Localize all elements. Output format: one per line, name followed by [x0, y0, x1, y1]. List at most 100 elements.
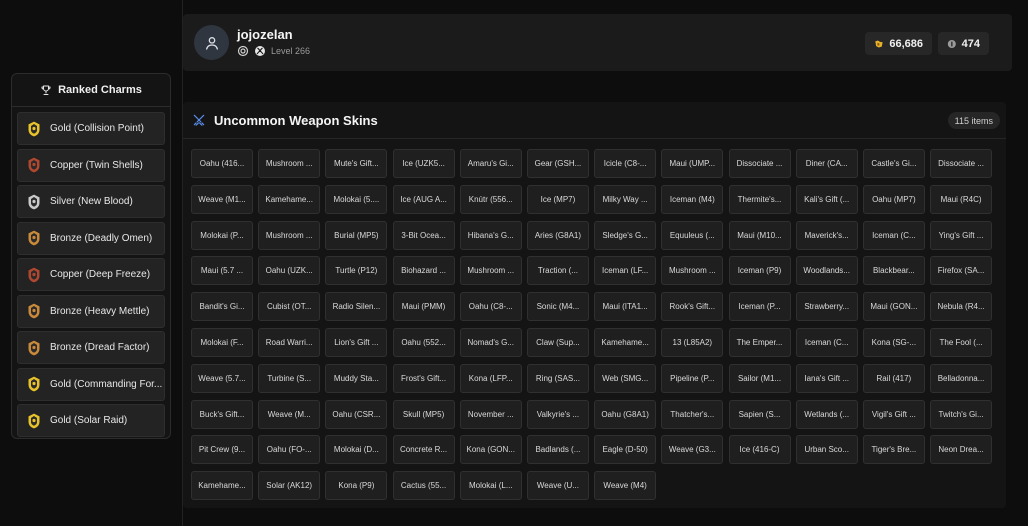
skin-item[interactable]: Iceman (P9) — [728, 256, 791, 286]
skin-item[interactable]: Ice (AUG A... — [392, 184, 455, 214]
skin-item[interactable]: Dissociate ... — [930, 149, 993, 178]
skin-item[interactable]: Iana's Gift ... — [795, 363, 858, 393]
skin-item[interactable]: Valkyrie's ... — [526, 399, 589, 429]
skin-item[interactable]: Turtle (P12) — [325, 256, 388, 286]
skin-item[interactable]: Oahu (FO-... — [258, 435, 321, 465]
skin-item[interactable]: Diner (CA... — [795, 149, 858, 178]
skin-item[interactable]: Kona (GON... — [459, 435, 522, 465]
skin-item[interactable]: Ice (416-C) — [728, 435, 791, 465]
skin-item[interactable]: Web (SMG... — [594, 363, 657, 393]
skin-item[interactable]: Strawberry... — [795, 292, 858, 322]
skin-item[interactable]: Iceman (P... — [728, 292, 791, 322]
skin-item[interactable]: Maui (5.7 ... — [191, 256, 253, 286]
skin-item[interactable]: Iceman (LF... — [594, 256, 657, 286]
skin-item[interactable]: Icicle (C8-... — [594, 149, 657, 178]
skin-item[interactable]: Ice (UZK5... — [392, 149, 455, 178]
skin-item[interactable]: Twitch's Gi... — [930, 399, 993, 429]
charm-item[interactable]: Gold (Solar Raid) — [17, 404, 165, 437]
skin-item[interactable]: Bandit's Gi... — [191, 292, 253, 322]
skin-item[interactable]: Kamehame... — [594, 327, 657, 357]
skin-item[interactable]: Concrete R... — [392, 435, 455, 465]
skin-item[interactable]: Castle's Gi... — [862, 149, 925, 178]
skin-item[interactable]: Ice (MP7) — [526, 184, 589, 214]
skin-item[interactable]: The Fool (... — [930, 327, 993, 357]
skin-item[interactable]: Iceman (M4) — [661, 184, 724, 214]
charm-item[interactable]: Bronze (Heavy Mettle) — [17, 294, 165, 328]
skin-item[interactable]: Weave (G3... — [661, 435, 724, 465]
skin-item[interactable]: Maui (UMP... — [661, 149, 724, 178]
skin-item[interactable]: Cubist (OT... — [258, 292, 321, 322]
skin-item[interactable]: Gear (GSH... — [526, 149, 589, 178]
skin-item[interactable]: Firefox (SA... — [930, 256, 993, 286]
skin-item[interactable]: Rail (417) — [862, 363, 925, 393]
skin-item[interactable]: Oahu (MP7) — [862, 184, 925, 214]
skin-item[interactable]: 3-Bit Ocea... — [392, 220, 455, 250]
skin-item[interactable]: Molokai (L... — [459, 471, 522, 501]
skin-item[interactable]: Weave (M... — [258, 399, 321, 429]
skin-item[interactable]: Kona (P9) — [325, 471, 388, 501]
skin-item[interactable]: Oahu (552... — [392, 327, 455, 357]
skin-item[interactable]: Cactus (55... — [392, 471, 455, 501]
skin-item[interactable]: Lion's Gift ... — [325, 327, 388, 357]
skin-item[interactable]: Maui (ITA1... — [594, 292, 657, 322]
skin-item[interactable]: Mushroom ... — [459, 256, 522, 286]
skin-item[interactable]: Oahu (CSR... — [325, 399, 388, 429]
skin-item[interactable]: Turbine (S... — [258, 363, 321, 393]
skin-item[interactable]: Mushroom ... — [258, 149, 321, 178]
skin-item[interactable]: Sledge's G... — [594, 220, 657, 250]
skin-item[interactable]: Burial (MP5) — [325, 220, 388, 250]
skin-item[interactable]: Aries (G8A1) — [526, 220, 589, 250]
skin-item[interactable]: Equuleus (... — [661, 220, 724, 250]
skin-item[interactable]: Eagle (D-50) — [594, 435, 657, 465]
skin-item[interactable]: Molokai (P... — [191, 220, 253, 250]
skin-item[interactable]: Kamehame... — [258, 184, 321, 214]
skin-item[interactable]: Skull (MP5) — [392, 399, 455, 429]
skin-item[interactable]: Ying's Gift ... — [930, 220, 993, 250]
skin-item[interactable]: Amaru's Gi... — [459, 149, 522, 178]
skin-item[interactable]: Sonic (M4... — [526, 292, 589, 322]
skin-item[interactable]: Pit Crew (9... — [191, 435, 253, 465]
skin-item[interactable]: Urban Sco... — [795, 435, 858, 465]
skin-item[interactable]: Maui (R4C) — [930, 184, 993, 214]
skin-item[interactable]: Hibana's G... — [459, 220, 522, 250]
skin-item[interactable]: Dissociate ... — [728, 149, 791, 178]
skin-item[interactable]: Mute's Gift... — [325, 149, 388, 178]
skin-item[interactable]: Weave (5.7... — [191, 363, 253, 393]
skin-item[interactable]: Solar (AK12) — [258, 471, 321, 501]
skin-item[interactable]: Weave (M4) — [594, 471, 657, 501]
charm-item[interactable]: Gold (Collision Point) — [17, 112, 165, 145]
skin-item[interactable]: Nomad's G... — [459, 327, 522, 357]
skin-item[interactable]: Pipeline (P... — [661, 363, 724, 393]
skin-item[interactable]: Rook's Gift... — [661, 292, 724, 322]
skin-item[interactable]: Oahu (C8-... — [459, 292, 522, 322]
skin-item[interactable]: Molokai (D... — [325, 435, 388, 465]
skin-item[interactable]: 13 (L85A2) — [661, 327, 724, 357]
skin-item[interactable]: Kali's Gift (... — [795, 184, 858, 214]
skin-item[interactable]: Oahu (416... — [191, 149, 253, 178]
skin-item[interactable]: Weave (M1... — [191, 184, 253, 214]
skin-item[interactable]: Radio Silen... — [325, 292, 388, 322]
skin-item[interactable]: Molokai (5.... — [325, 184, 388, 214]
skin-item[interactable]: Neon Drea... — [930, 435, 993, 465]
skin-item[interactable]: Maverick's... — [795, 220, 858, 250]
charm-item[interactable]: Copper (Deep Freeze) — [17, 258, 165, 291]
skin-item[interactable]: Maui (PMM) — [392, 292, 455, 322]
skin-item[interactable]: Biohazard ... — [392, 256, 455, 286]
skin-item[interactable]: Claw (Sup... — [526, 327, 589, 357]
avatar[interactable] — [194, 25, 229, 60]
skin-item[interactable]: Oahu (UZK... — [258, 256, 321, 286]
skin-item[interactable]: Sapien (S... — [728, 399, 791, 429]
skin-item[interactable]: Thatcher's... — [661, 399, 724, 429]
skin-item[interactable]: Knútr (556... — [459, 184, 522, 214]
skin-item[interactable]: Maui (GON... — [862, 292, 925, 322]
skin-item[interactable]: Thermite's... — [728, 184, 791, 214]
skin-item[interactable]: Maui (M10... — [728, 220, 791, 250]
skin-item[interactable]: Sailor (M1... — [728, 363, 791, 393]
skin-item[interactable]: Mushroom ... — [661, 256, 724, 286]
skin-item[interactable]: Iceman (C... — [862, 220, 925, 250]
skin-item[interactable]: Ring (SAS... — [526, 363, 589, 393]
skin-item[interactable]: Weave (U... — [526, 471, 589, 501]
skin-item[interactable]: Kona (LFP... — [459, 363, 522, 393]
charm-item[interactable]: Copper (Twin Shells) — [17, 148, 165, 182]
skin-item[interactable]: Frost's Gift... — [392, 363, 455, 393]
